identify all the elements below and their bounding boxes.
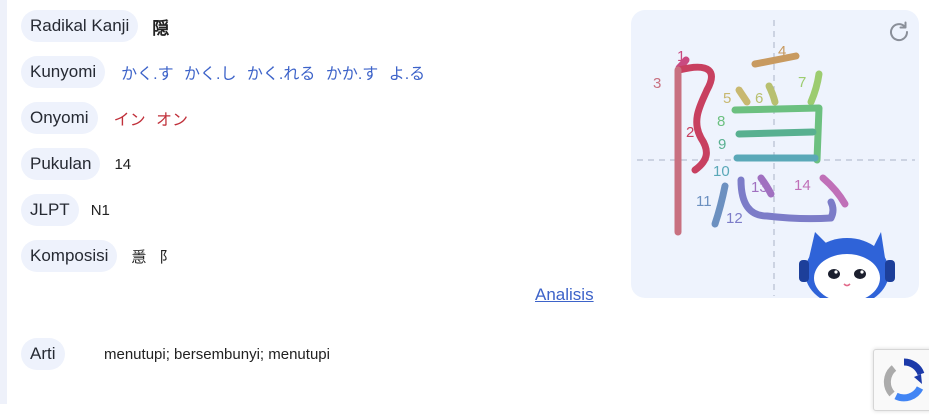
row-kunyomi: Kunyomi かく.す かく.し かく.れる かか.す よ.る xyxy=(21,56,425,88)
stroke-number-11: 11 xyxy=(696,193,712,210)
row-komposisi: Komposisi 㥯 阝 xyxy=(21,240,178,272)
stroke-number-4: 4 xyxy=(778,43,786,60)
row-radikal: Radikal Kanji 隠 xyxy=(21,10,169,42)
label-kunyomi: Kunyomi xyxy=(21,56,106,88)
stroke-number-10: 10 xyxy=(713,163,730,180)
row-jlpt: JLPT N1 xyxy=(21,194,110,226)
label-jlpt: JLPT xyxy=(21,194,79,226)
row-onyomi: Onyomi イン オン xyxy=(21,102,188,134)
stroke-number-5: 5 xyxy=(723,90,731,107)
stroke-number-14: 14 xyxy=(794,177,811,194)
stroke-number-9: 9 xyxy=(718,136,726,153)
robot-cat-mascot-icon xyxy=(799,232,895,298)
stroke-number-1: 1 xyxy=(677,48,685,65)
value-komposisi[interactable]: 㥯 阝 xyxy=(131,246,178,267)
stroke-4 xyxy=(751,52,800,68)
row-pukulan: Pukulan 14 xyxy=(21,148,131,180)
value-pukulan: 14 xyxy=(114,155,132,173)
value-arti: menutupi; bersembunyi; menutupi xyxy=(104,346,330,363)
label-arti: Arti xyxy=(21,338,65,370)
label-radikal: Radikal Kanji xyxy=(21,10,139,42)
stroke-number-7: 7 xyxy=(798,74,806,91)
stroke-11 xyxy=(711,182,729,228)
label-pukulan: Pukulan xyxy=(21,148,101,180)
stroke-number-13: 13 xyxy=(751,179,768,196)
stroke-number-2: 2 xyxy=(686,124,694,141)
stroke-order-diagram: 1 2 3 4 5 6 7 8 9 10 11 12 13 14 xyxy=(637,20,915,298)
stroke-9 xyxy=(735,128,817,138)
stroke-order-panel: 1 2 3 4 5 6 7 8 9 10 11 12 13 14 xyxy=(631,10,919,298)
stroke-2 xyxy=(675,63,715,174)
stroke-14 xyxy=(819,174,849,208)
analisis-link[interactable]: Analisis xyxy=(535,285,594,305)
stroke-number-12: 12 xyxy=(726,210,743,227)
recaptcha-badge[interactable] xyxy=(873,349,929,411)
row-arti: Arti xyxy=(21,338,65,370)
value-radikal[interactable]: 隠 xyxy=(152,14,169,39)
stroke-number-6: 6 xyxy=(755,90,763,107)
value-onyomi[interactable]: イン オン xyxy=(114,106,188,130)
stroke-7 xyxy=(807,70,823,106)
stroke-number-3: 3 xyxy=(653,75,661,92)
left-border-strip xyxy=(0,0,7,404)
recaptcha-logo-icon xyxy=(883,358,925,402)
value-kunyomi[interactable]: かく.す かく.し かく.れる かか.す よ.る xyxy=(121,60,425,84)
value-jlpt: N1 xyxy=(90,201,110,219)
stroke-number-8: 8 xyxy=(717,113,725,130)
label-onyomi: Onyomi xyxy=(21,102,98,134)
replay-icon[interactable] xyxy=(886,19,912,45)
label-komposisi: Komposisi xyxy=(21,240,118,272)
stroke-5 xyxy=(735,86,751,106)
